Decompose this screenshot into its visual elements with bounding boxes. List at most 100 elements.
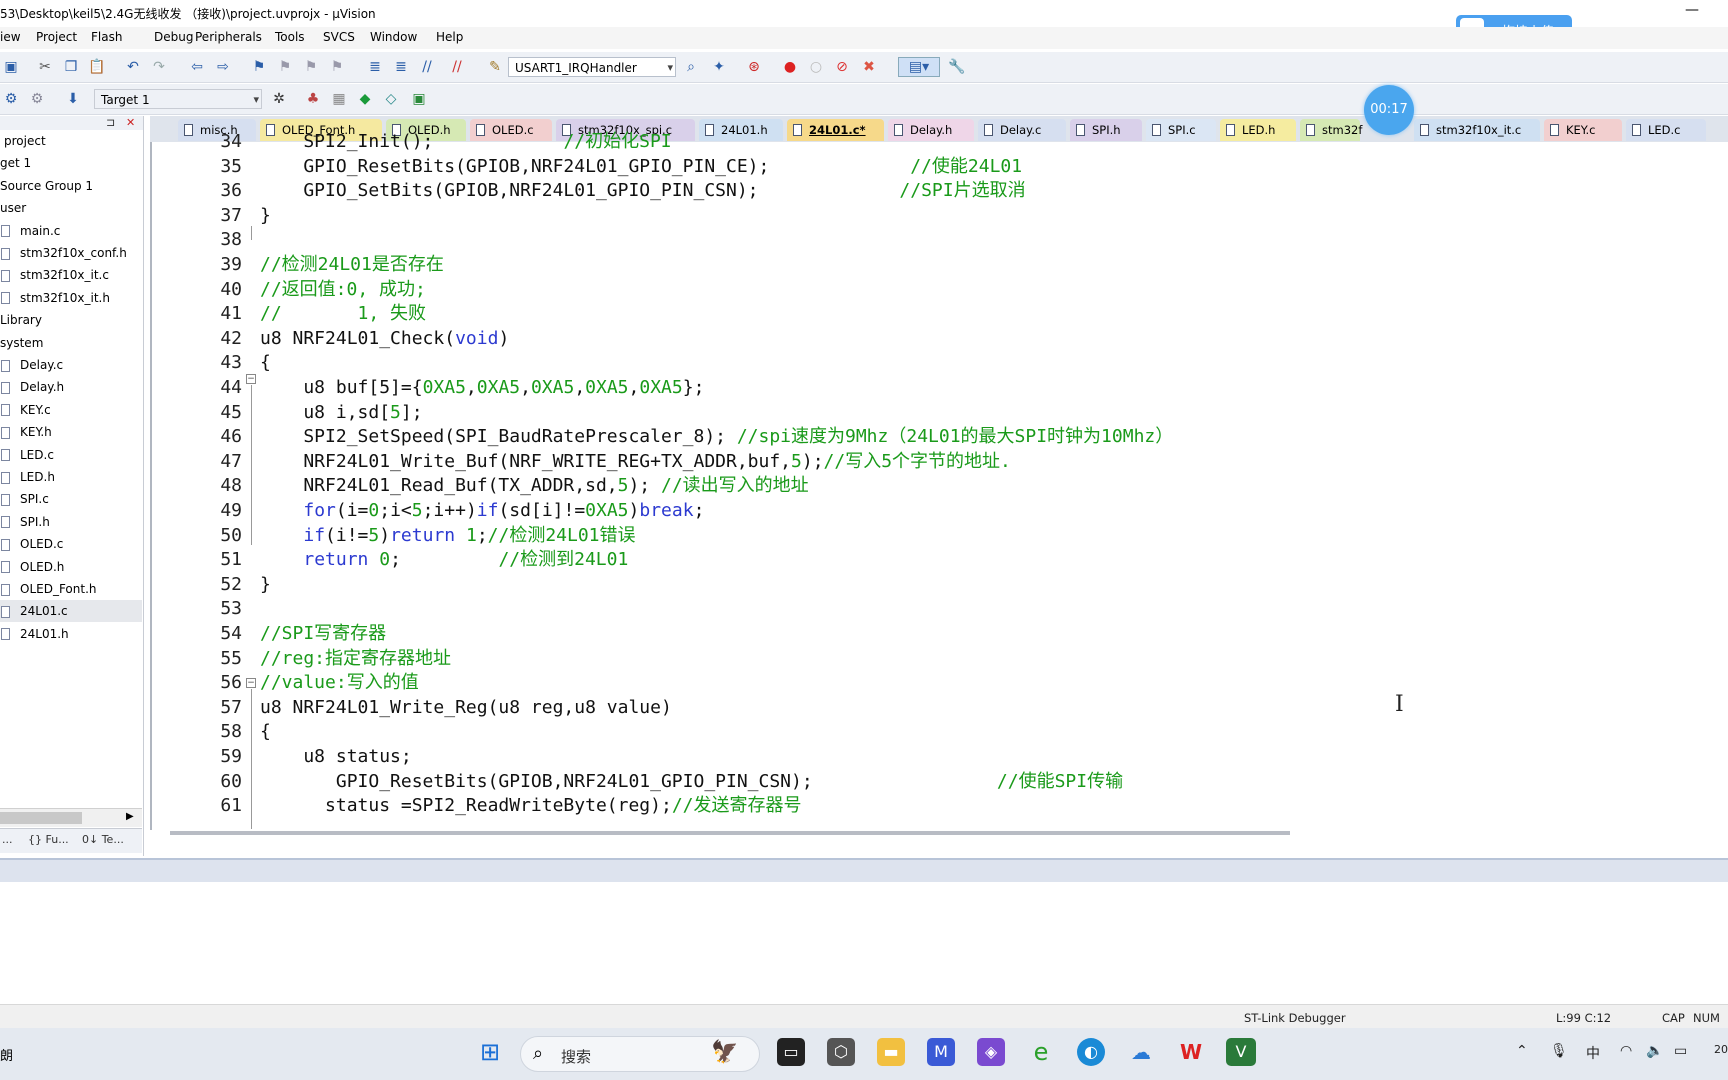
code-line[interactable]: u8 i,sd[5];: [260, 401, 422, 425]
undo-icon[interactable]: ↶: [124, 58, 142, 76]
cube-app-icon[interactable]: ⬡: [827, 1038, 855, 1066]
file-explorer-icon[interactable]: ▬: [877, 1038, 905, 1066]
project-setup-icon[interactable]: ▣: [410, 90, 428, 108]
code-line[interactable]: return 0; //检测到24L01: [260, 548, 628, 572]
panel-tab[interactable]: {} Fu...: [28, 833, 69, 846]
tree-file-item[interactable]: Delay.c: [0, 354, 142, 376]
tree-file-item[interactable]: main.c: [0, 220, 142, 242]
code-line[interactable]: GPIO_ResetBits(GPIOB,NRF24L01_GPIO_PIN_C…: [260, 155, 1022, 179]
tree-file-item[interactable]: LED.h: [0, 466, 142, 488]
tree-file-item[interactable]: SPI.c: [0, 488, 142, 510]
code-line[interactable]: SPI2_SetSpeed(SPI_BaudRatePrescaler_8); …: [260, 425, 1173, 449]
tree-file-item[interactable]: SPI.h: [0, 511, 142, 533]
editor-tab[interactable]: Delay.c: [978, 119, 1066, 141]
bookmark-icon[interactable]: ⚑: [250, 58, 268, 76]
menu-item-flash[interactable]: Flash: [91, 30, 122, 44]
breakpoint-kill-all-icon[interactable]: ✖: [860, 58, 878, 76]
build-icon[interactable]: ⚙: [2, 90, 20, 108]
close-icon[interactable]: ✕: [126, 116, 135, 129]
taskbar-search[interactable]: ⌕ 搜索 🦅: [520, 1036, 760, 1072]
editor-tab[interactable]: KEY.c: [1544, 119, 1622, 141]
code-line[interactable]: u8 buf[5]={0XA5,0XA5,0XA5,0XA5,0XA5};: [260, 376, 704, 400]
manage-rte-icon[interactable]: ◆: [356, 90, 374, 108]
fold-toggle-icon[interactable]: −: [246, 678, 256, 688]
fold-toggle-icon[interactable]: −: [246, 374, 256, 384]
editor-tab[interactable]: 24L01.c*: [787, 119, 884, 141]
code-line[interactable]: for(i=0;i<5;i++)if(sd[i]!=0XA5)break;: [260, 499, 704, 523]
code-line[interactable]: {: [260, 351, 271, 375]
debug-start-icon[interactable]: ⊛: [745, 58, 763, 76]
breakpoint-disable-icon[interactable]: ○: [807, 58, 825, 76]
editor-tab[interactable]: stm32f: [1300, 119, 1362, 141]
redo-icon[interactable]: ↷: [150, 58, 168, 76]
tree-group-item[interactable]: Source Group 1: [0, 175, 142, 197]
comment-icon[interactable]: //: [418, 58, 436, 76]
panel-tab[interactable]: ...: [2, 833, 13, 846]
tray-overflow-icon[interactable]: ⌃: [1516, 1043, 1528, 1059]
tree-file-item[interactable]: Delay.h: [0, 376, 142, 398]
breakpoint-icon[interactable]: ●: [781, 58, 799, 76]
tree-file-item[interactable]: stm32f10x_it.c: [0, 264, 142, 286]
menu-item-help[interactable]: Help: [436, 30, 463, 44]
tree-file-item[interactable]: KEY.h: [0, 421, 142, 443]
keil-uvision-icon[interactable]: V: [1226, 1038, 1256, 1066]
tree-group-item[interactable]: get 1: [0, 152, 142, 174]
editor-tab[interactable]: SPI.c: [1146, 119, 1216, 141]
volume-icon[interactable]: 🔈: [1646, 1043, 1663, 1059]
code-line[interactable]: GPIO_SetBits(GPIOB,NRF24L01_GPIO_PIN_CSN…: [260, 179, 1025, 203]
cut-icon[interactable]: ✂: [36, 58, 54, 76]
breakpoint-disable-all-icon[interactable]: ⊘: [833, 58, 851, 76]
microphone-icon[interactable]: 🎙: [1550, 1043, 1568, 1059]
ime-indicator[interactable]: 中: [1586, 1043, 1600, 1063]
code-line[interactable]: SPI2_Init(); //初始化SPI: [260, 130, 671, 154]
code-line[interactable]: GPIO_ResetBits(GPIOB,NRF24L01_GPIO_PIN_C…: [260, 770, 1123, 794]
find-in-files-icon[interactable]: ✎: [486, 58, 504, 76]
baidu-netdisk-icon[interactable]: ☁: [1127, 1038, 1155, 1066]
clock-fragment[interactable]: 20: [1714, 1043, 1728, 1056]
menu-item-debug[interactable]: Debug: [154, 30, 193, 44]
editor-tab[interactable]: LED.h: [1220, 119, 1296, 141]
window-layout-icon[interactable]: ▤▾: [898, 57, 940, 77]
scrollbar-thumb[interactable]: [0, 812, 82, 824]
task-view-icon[interactable]: ▭: [777, 1038, 805, 1066]
tree-file-item[interactable]: OLED.c: [0, 533, 142, 555]
ie-browser-icon[interactable]: e: [1027, 1038, 1055, 1066]
select-packs-icon[interactable]: ▦: [330, 90, 348, 108]
wps-office-icon[interactable]: W: [1177, 1038, 1205, 1066]
project-panel-scrollbar[interactable]: ▶: [0, 808, 142, 827]
tree-file-item[interactable]: OLED_Font.h: [0, 578, 142, 600]
bookmark-next-icon[interactable]: ⚑: [302, 58, 320, 76]
code-line[interactable]: NRF24L01_Read_Buf(TX_ADDR,sd,5); //读出写入的…: [260, 474, 808, 498]
bookmark-prev-icon[interactable]: ⚑: [276, 58, 294, 76]
nav-back-icon[interactable]: ⇦: [188, 58, 206, 76]
windows-start-icon[interactable]: ⊞: [476, 1038, 504, 1066]
editor-tab[interactable]: stm32f10x_it.c: [1414, 119, 1540, 141]
config-wrench-icon[interactable]: 🔧: [948, 58, 966, 76]
menu-item-iew[interactable]: iew: [0, 30, 21, 44]
nav-forward-icon[interactable]: ⇨: [214, 58, 232, 76]
incremental-find-icon[interactable]: ✦: [710, 58, 728, 76]
build-all-icon[interactable]: ▣: [2, 58, 20, 76]
copy-icon[interactable]: ❐: [62, 58, 80, 76]
tree-file-item[interactable]: 24L01.h: [0, 623, 142, 645]
menu-item-peripherals[interactable]: Peripherals: [195, 30, 262, 44]
editor-tab[interactable]: SPI.h: [1070, 119, 1142, 141]
code-line[interactable]: //检测24L01是否存在: [260, 253, 444, 277]
code-line[interactable]: //返回值:0, 成功;: [260, 278, 426, 302]
tree-file-item[interactable]: KEY.c: [0, 399, 142, 421]
code-line[interactable]: //value:写入的值: [260, 671, 419, 695]
menu-item-tools[interactable]: Tools: [275, 30, 305, 44]
tree-file-item[interactable]: stm32f10x_conf.h: [0, 242, 142, 264]
code-line[interactable]: }: [260, 204, 271, 228]
target-options-icon[interactable]: ✲: [270, 90, 288, 108]
find-icon[interactable]: ⌕: [682, 58, 700, 76]
manage-project-icon[interactable]: ♣: [304, 90, 322, 108]
tree-group-item[interactable]: project: [0, 130, 146, 152]
target-combo[interactable]: Target 1 ▾: [94, 89, 262, 109]
recording-timer[interactable]: 00:17: [1364, 85, 1414, 135]
tree-group-item[interactable]: system: [0, 332, 142, 354]
editor-horizontal-scrollbar[interactable]: [170, 831, 1290, 835]
editor-tab[interactable]: Delay.h: [888, 119, 974, 141]
function-combo[interactable]: USART1_IRQHandler ▾: [508, 57, 676, 77]
code-line[interactable]: {: [260, 720, 271, 744]
